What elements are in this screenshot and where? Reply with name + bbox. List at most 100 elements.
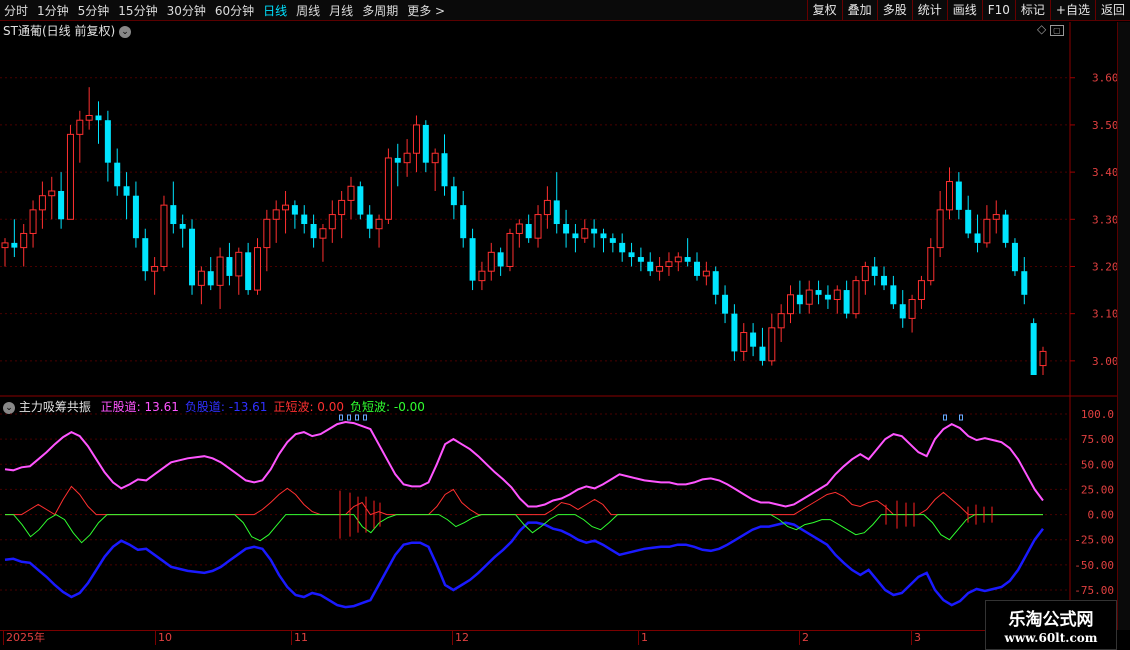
price-tick-label: 3.60 xyxy=(1092,72,1119,85)
candle-body-down xyxy=(525,224,532,239)
candle-body-up xyxy=(478,270,486,282)
candle-body-down xyxy=(712,271,719,295)
candle-body-down xyxy=(469,238,476,281)
candle-body-up xyxy=(263,218,271,249)
series-line-负短波 xyxy=(5,514,1043,544)
candle-body-down xyxy=(422,124,429,163)
candle-body-down xyxy=(881,275,888,286)
candle-body-down xyxy=(965,209,972,234)
candle-body-down xyxy=(609,238,616,243)
candle-body-down xyxy=(58,190,65,220)
candle-body-up xyxy=(1039,350,1047,367)
candle-body-down xyxy=(684,257,691,262)
candle-body-down xyxy=(189,228,196,286)
date-label: 10 xyxy=(155,631,172,645)
candle-body-up xyxy=(992,214,1000,220)
candle-body-down xyxy=(226,257,233,276)
indicator-tick-label: -50.00 xyxy=(1074,559,1114,572)
candle-body-up xyxy=(787,294,795,315)
candle-body-up xyxy=(665,261,673,267)
candle-body-down xyxy=(497,252,504,267)
date-axis: 2025年 10 11 12 1 2 3 xyxy=(0,630,1115,645)
candle-body-up xyxy=(833,289,841,301)
date-label: 2 xyxy=(799,631,809,645)
chart-canvas[interactable]: 3.60 3.50 3.40 3.30 3.20 3.10 3.00 100.0 75.00 50… xyxy=(0,0,1130,650)
candle-body-down xyxy=(572,233,579,239)
candle-body-down xyxy=(890,285,897,305)
candle-body-down xyxy=(955,181,962,210)
candle-body-up xyxy=(431,152,439,164)
watermark-url: www.60lt.com xyxy=(1004,631,1098,645)
candle-body-up xyxy=(674,256,682,263)
price-tick-label: 3.50 xyxy=(1092,119,1119,132)
candle-body-up xyxy=(338,199,346,216)
candle-body-up xyxy=(1,242,9,249)
candle-body-down xyxy=(179,224,186,229)
candle-body-down xyxy=(824,294,831,300)
candle-body-up xyxy=(543,199,551,216)
candle-body-up xyxy=(282,204,290,211)
price-tick-label: 3.30 xyxy=(1092,213,1119,226)
candle-body-down xyxy=(460,205,467,239)
date-label: 11 xyxy=(291,631,308,645)
candle-body-down xyxy=(366,214,373,229)
candle-body-down xyxy=(722,294,729,314)
signal-marker xyxy=(355,414,359,421)
candle-body-up xyxy=(235,251,243,277)
candle-body-up xyxy=(253,247,261,291)
candle-body-up xyxy=(66,133,74,220)
candle-body-down xyxy=(207,271,214,286)
candle-body-down xyxy=(142,238,149,272)
candle-body-up xyxy=(347,185,355,201)
candle-body-up xyxy=(29,209,37,234)
candle-body-up xyxy=(777,313,785,329)
candle-body-down xyxy=(815,290,822,295)
signal-marker xyxy=(959,414,963,421)
candle-body-down xyxy=(694,261,700,276)
candle-body-down xyxy=(1002,214,1009,243)
candle-body-down xyxy=(843,290,850,314)
candle-body-up xyxy=(917,280,925,301)
candle-body-up xyxy=(805,289,813,305)
candle-body-down xyxy=(553,200,560,225)
candle-body-up xyxy=(412,124,420,154)
candle-body-up xyxy=(38,195,46,211)
signal-marker xyxy=(339,414,343,421)
candle-body-up xyxy=(384,157,392,220)
candle-body-down xyxy=(1030,323,1037,375)
candle-body-up xyxy=(160,204,168,267)
candle-body-up xyxy=(852,280,860,315)
candle-body-down xyxy=(1021,271,1028,295)
candle-body-down xyxy=(132,195,139,239)
indicator-tick-label: -25.00 xyxy=(1074,534,1114,547)
candle-body-up xyxy=(702,270,710,277)
watermark-logo: 乐淘公式网 www.60lt.com xyxy=(985,600,1117,650)
candle-body-down xyxy=(441,153,448,187)
price-tick-label: 3.20 xyxy=(1092,260,1119,273)
candle-body-up xyxy=(48,190,56,197)
candle-body-up xyxy=(983,218,991,244)
candle-body-up xyxy=(768,327,776,362)
candle-body-up xyxy=(515,223,523,234)
indicator-tick-label: 50.00 xyxy=(1081,458,1114,471)
candle-body-down xyxy=(114,162,121,187)
candle-body-down xyxy=(637,257,644,262)
candle-body-down xyxy=(647,261,654,272)
candle-body-down xyxy=(563,224,570,234)
candle-body-up xyxy=(945,181,953,211)
series-line-正短波 xyxy=(5,485,1043,516)
candle-body-down xyxy=(245,252,252,291)
date-label: 3 xyxy=(911,631,921,645)
candle-body-up xyxy=(76,119,84,135)
candle-body-down xyxy=(974,233,981,243)
candle-body-down xyxy=(759,346,766,361)
candle-body-up xyxy=(216,256,224,286)
indicator-tick-label: 0.00 xyxy=(1088,509,1115,522)
candle-body-down xyxy=(871,266,878,276)
candle-body-down xyxy=(170,205,177,225)
candle-body-up xyxy=(328,214,336,230)
candle-body-down xyxy=(796,294,803,305)
candle-body-up xyxy=(506,232,514,267)
indicator-tick-label: 25.00 xyxy=(1081,483,1114,496)
watermark-title: 乐淘公式网 xyxy=(1008,610,1094,630)
